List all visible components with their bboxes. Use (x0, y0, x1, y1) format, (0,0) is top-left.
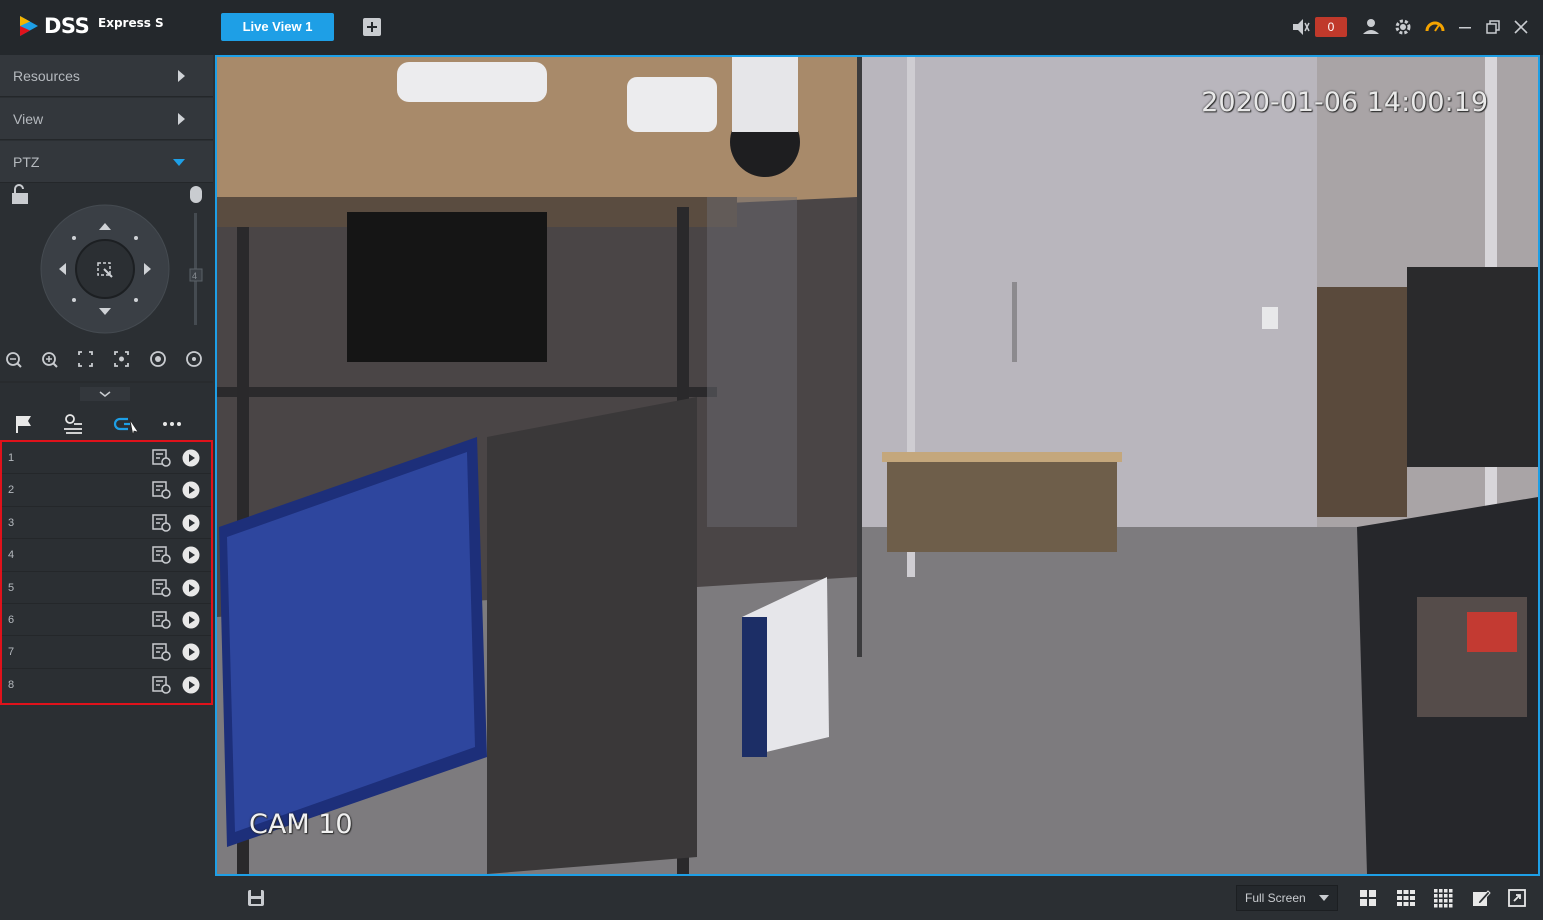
preset-number: 4 (8, 549, 15, 562)
performance-icon[interactable] (1424, 16, 1446, 38)
settings-icon[interactable] (1392, 16, 1414, 38)
expand-arrow-icon (178, 70, 185, 82)
screen-mode-value: Full Screen (1245, 891, 1306, 905)
layout-9-icon[interactable] (1396, 888, 1416, 908)
call-preset-icon[interactable] (152, 514, 172, 532)
app-logo: DSS Express S (18, 12, 198, 40)
logo-mark-icon (20, 16, 38, 36)
layout-4-icon[interactable] (1358, 888, 1378, 908)
preset-number: 3 (8, 516, 15, 529)
preset-list: 1 2 3 4 5 6 7 8 (0, 440, 213, 705)
alarm-count-badge[interactable]: 0 (1315, 17, 1347, 37)
mouse-icon[interactable] (190, 186, 202, 203)
preset-number: 6 (8, 613, 15, 626)
list-item[interactable]: 4 (2, 539, 211, 572)
collapse-arrow-icon (173, 159, 185, 166)
pattern-tab-icon[interactable] (113, 417, 139, 436)
play-icon[interactable] (182, 546, 200, 564)
section-resources-label: Resources (13, 68, 80, 84)
live-video-window[interactable]: 2020-01-06 14:00:19 CAM 10 (215, 55, 1540, 876)
list-item[interactable]: 3 (2, 507, 211, 540)
zoom-out-icon[interactable] (6, 352, 22, 368)
preset-number: 5 (8, 581, 15, 594)
preset-number: 2 (8, 484, 15, 497)
user-icon[interactable] (1360, 16, 1382, 38)
preset-number: 8 (8, 678, 15, 691)
section-view-label: View (13, 111, 44, 127)
camera-feed-image (217, 57, 1538, 874)
preset-number: 1 (8, 452, 15, 464)
more-icon[interactable] (163, 422, 181, 426)
focus-far-icon[interactable] (78, 351, 93, 367)
osd-timestamp: 2020-01-06 14:00:19 (1201, 87, 1488, 118)
play-icon[interactable] (182, 676, 200, 694)
zoom-in-icon[interactable] (42, 352, 58, 368)
tab-live-view-1[interactable]: Live View 1 (221, 13, 334, 41)
section-ptz[interactable]: PTZ (0, 141, 213, 183)
expand-arrow-icon (178, 113, 185, 125)
section-resources[interactable]: Resources (0, 55, 213, 97)
restore-icon[interactable] (1482, 16, 1504, 38)
osd-camera-label: CAM 10 (249, 809, 353, 840)
add-tab-icon[interactable] (362, 17, 382, 37)
bottom-toolbar: Full Screen (213, 876, 1543, 920)
play-icon[interactable] (182, 579, 200, 597)
play-icon[interactable] (182, 611, 200, 629)
section-view[interactable]: View (0, 98, 213, 140)
preset-number: 7 (8, 646, 15, 659)
title-bar: DSS Express S Live View 1 0 (0, 0, 1543, 55)
list-item[interactable]: 7 (2, 636, 211, 669)
call-preset-icon[interactable] (152, 481, 172, 500)
play-icon[interactable] (182, 481, 200, 499)
list-item[interactable]: 6 (2, 604, 211, 637)
list-item[interactable]: 1 (2, 442, 211, 475)
unlock-icon[interactable] (12, 184, 28, 204)
play-icon[interactable] (182, 449, 200, 467)
list-item[interactable]: 2 (2, 474, 211, 507)
list-item[interactable]: 5 (2, 572, 211, 604)
section-ptz-label: PTZ (13, 154, 40, 170)
edit-layout-icon[interactable] (1471, 888, 1491, 908)
chevron-down-icon (1319, 895, 1329, 901)
play-icon[interactable] (182, 643, 200, 661)
tour-tab-icon[interactable] (64, 414, 82, 434)
focus-near-icon[interactable] (114, 351, 129, 367)
ptz-control-panel: 4 (0, 184, 213, 436)
iris-icon[interactable] (150, 351, 166, 367)
chevron-down-icon[interactable] (80, 387, 130, 401)
ptz-speed-slider[interactable] (189, 213, 203, 325)
call-preset-icon[interactable] (152, 449, 172, 467)
call-preset-icon[interactable] (152, 578, 172, 597)
call-preset-icon[interactable] (152, 675, 172, 694)
call-preset-icon[interactable] (152, 546, 172, 564)
minimize-icon[interactable] (1454, 16, 1476, 38)
volume-icon[interactable] (1290, 16, 1312, 38)
fullscreen-icon[interactable] (1507, 888, 1527, 908)
logo-title: DSS (44, 14, 90, 38)
iris-close-icon[interactable] (186, 351, 202, 367)
list-item[interactable]: 8 (2, 669, 211, 701)
ptz-direction-pad[interactable] (40, 204, 170, 334)
call-preset-icon[interactable] (152, 643, 172, 662)
save-view-icon[interactable] (246, 888, 266, 908)
logo-subtitle: Express S (98, 16, 164, 30)
screen-mode-select[interactable]: Full Screen (1236, 885, 1338, 911)
layout-16-icon[interactable] (1433, 888, 1453, 908)
close-icon[interactable] (1510, 16, 1532, 38)
call-preset-icon[interactable] (152, 611, 172, 629)
play-icon[interactable] (182, 514, 200, 532)
mouse-cursor-icon (129, 419, 139, 436)
ptz-speed-value: 4 (192, 271, 197, 281)
preset-tab-icon[interactable] (16, 416, 31, 433)
